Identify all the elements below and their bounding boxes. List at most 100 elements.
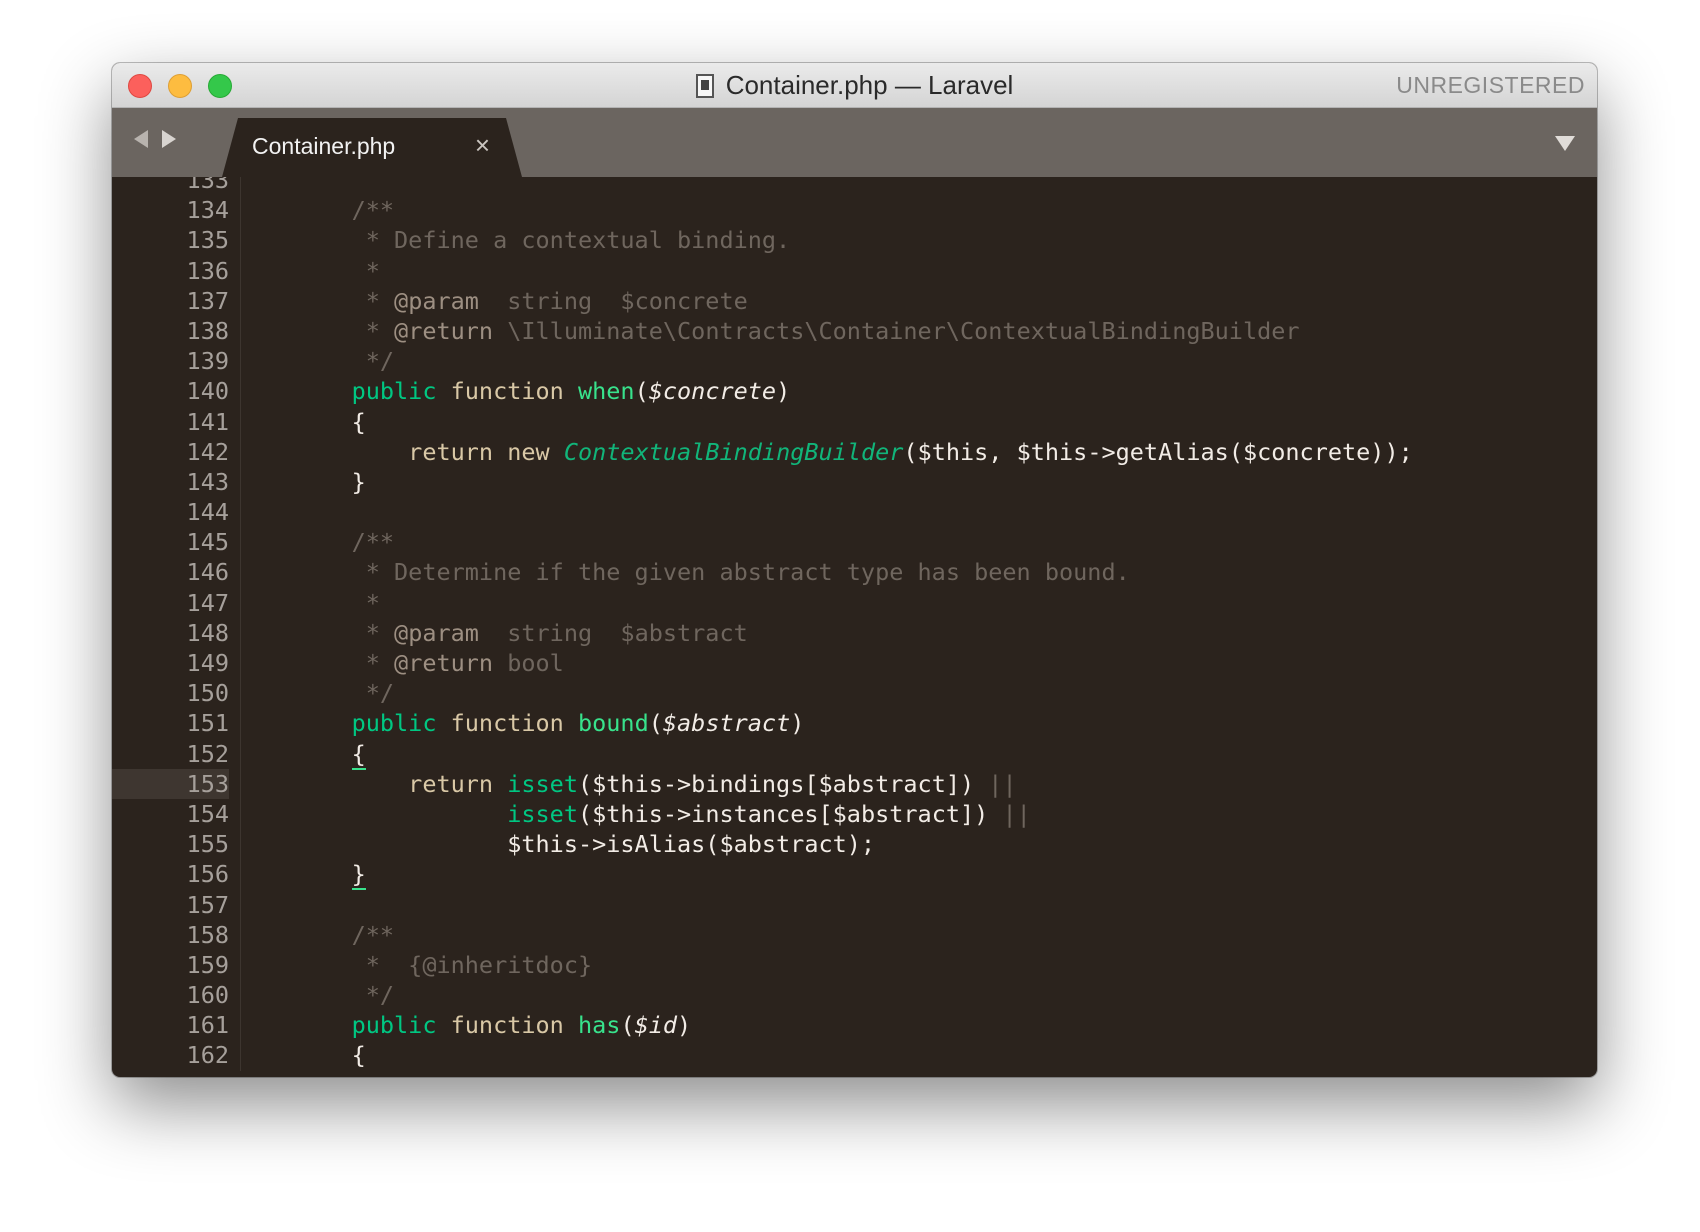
line-number-text: 152 <box>186 739 229 768</box>
code-line[interactable]: 147 * <box>112 587 1597 618</box>
code-text: $this->isAlias($abstract); <box>295 829 875 859</box>
indent-guide <box>240 557 241 588</box>
code-line[interactable]: 154 isset($this->instances[$abstract]) |… <box>112 798 1597 830</box>
code-line[interactable]: 133 <box>112 177 1597 196</box>
line-number: 142 <box>112 437 229 467</box>
line-number: 140 <box>112 376 229 406</box>
code-line[interactable]: 162 { <box>112 1040 1597 1071</box>
tab-back-arrow-icon[interactable] <box>134 130 148 148</box>
code-text: * Define a contextual binding. <box>295 225 790 255</box>
code-token: new <box>507 437 550 466</box>
code-text: * {@inheritdoc} <box>295 950 592 980</box>
indent-guide <box>240 708 241 739</box>
line-number-text: 144 <box>186 498 229 527</box>
line-number: 138 <box>112 316 229 346</box>
line-number-text: 136 <box>186 256 229 285</box>
line-number-text: 135 <box>186 226 229 255</box>
code-line[interactable]: 151 public function bound($abstract) <box>112 708 1597 739</box>
indent-guide <box>240 177 241 196</box>
tab-forward-arrow-icon[interactable] <box>162 130 176 148</box>
line-number: 159 <box>112 950 229 980</box>
code-text: * @return \Illuminate\Contracts\Containe… <box>295 316 1300 346</box>
code-line[interactable]: 152 { <box>112 738 1597 770</box>
code-token: || <box>1002 799 1031 828</box>
code-token: \Illuminate\Contracts\Container\Contextu… <box>493 316 1300 345</box>
line-number: 156 <box>112 859 229 889</box>
indent-guide <box>240 798 241 830</box>
code-line[interactable]: 159 * {@inheritdoc} <box>112 949 1597 981</box>
line-number-text: 139 <box>186 347 229 376</box>
code-token: * Define a contextual binding. <box>295 226 791 255</box>
code-token: ) <box>677 1011 692 1040</box>
tab-container-php[interactable]: Container.php × <box>222 118 522 177</box>
line-number: 154 <box>112 799 229 829</box>
code-text: } <box>295 859 366 891</box>
code-line[interactable]: 144 <box>112 497 1597 528</box>
line-number: 134 <box>112 195 229 225</box>
code-line[interactable]: 145 /** <box>112 527 1597 558</box>
code-line[interactable]: 153 return isset($this->bindings[$abstra… <box>112 768 1597 799</box>
line-number: 144 <box>112 497 229 527</box>
indent-guide <box>240 346 241 377</box>
line-number-text: 133 <box>186 177 229 194</box>
line-number: 143 <box>112 467 229 497</box>
code-line[interactable]: 161 public function has($id) <box>112 1010 1597 1041</box>
code-line[interactable]: 148 * @param string $abstract <box>112 617 1597 648</box>
code-token: ( <box>634 377 649 406</box>
code-line[interactable]: 134 /** <box>112 195 1597 226</box>
code-line[interactable]: 155 $this->isAlias($abstract); <box>112 829 1597 860</box>
code-token: string $abstract <box>478 618 748 647</box>
line-number-text: 142 <box>186 437 229 466</box>
code-line[interactable]: 139 */ <box>112 346 1597 377</box>
code-line[interactable]: 158 /** <box>112 919 1597 950</box>
code-line[interactable]: 146 * Determine if the given abstract ty… <box>112 557 1597 588</box>
code-line[interactable]: 140 public function when($concrete) <box>112 376 1597 407</box>
code-token: when <box>577 377 635 406</box>
line-number: 155 <box>112 829 229 859</box>
code-text: /** <box>295 920 394 950</box>
code-line[interactable]: 157 <box>112 889 1597 920</box>
tab-close-icon[interactable]: × <box>475 130 490 161</box>
line-number-text: 143 <box>186 467 229 496</box>
code-token: { <box>295 407 366 436</box>
indent-guide <box>240 1040 241 1071</box>
line-number: 151 <box>112 708 229 738</box>
code-token: isset <box>507 769 578 798</box>
indent-guide <box>240 406 241 437</box>
code-token: bound <box>577 709 649 738</box>
code-editor[interactable]: 133 134 /** 135 * Define a contextual bind… <box>112 177 1597 1077</box>
indent-guide <box>240 859 241 890</box>
code-text: /** <box>295 527 394 557</box>
code-token: @return <box>394 316 494 345</box>
code-line[interactable]: 135 * Define a contextual binding. <box>112 225 1597 256</box>
code-line[interactable]: 156 } <box>112 859 1597 891</box>
code-line[interactable]: 142 return new ContextualBindingBuilder(… <box>112 436 1597 467</box>
code-line[interactable]: 149 * @return bool <box>112 648 1597 679</box>
indent-guide <box>240 436 241 467</box>
code-line[interactable]: 137 * @param string $concrete <box>112 285 1597 316</box>
code-line[interactable]: 136 * <box>112 255 1597 286</box>
code-token: @param <box>394 618 479 647</box>
code-text: { <box>295 407 366 437</box>
line-number-text: 134 <box>186 196 229 225</box>
registration-status: UNREGISTERED <box>1396 72 1585 98</box>
code-line[interactable]: 143 } <box>112 466 1597 498</box>
line-number: 153 <box>112 769 229 799</box>
code-token: * <box>295 256 380 285</box>
code-line[interactable]: 141 { <box>112 406 1597 437</box>
code-line[interactable]: 138 * @return \Illuminate\Contracts\Cont… <box>112 315 1597 347</box>
code-token: * <box>295 618 395 647</box>
line-number-text: 162 <box>186 1041 229 1070</box>
tab-list-dropdown-icon[interactable] <box>1555 136 1575 151</box>
line-number-text: 157 <box>186 890 229 919</box>
code-token: public <box>295 709 437 738</box>
code-token: public <box>295 1011 437 1040</box>
code-token: $concrete <box>648 377 777 406</box>
code-line[interactable]: 160 */ <box>112 980 1597 1011</box>
code-line[interactable]: 150 */ <box>112 678 1597 709</box>
code-token: ($this->instances[$abstract]) <box>577 799 1003 828</box>
